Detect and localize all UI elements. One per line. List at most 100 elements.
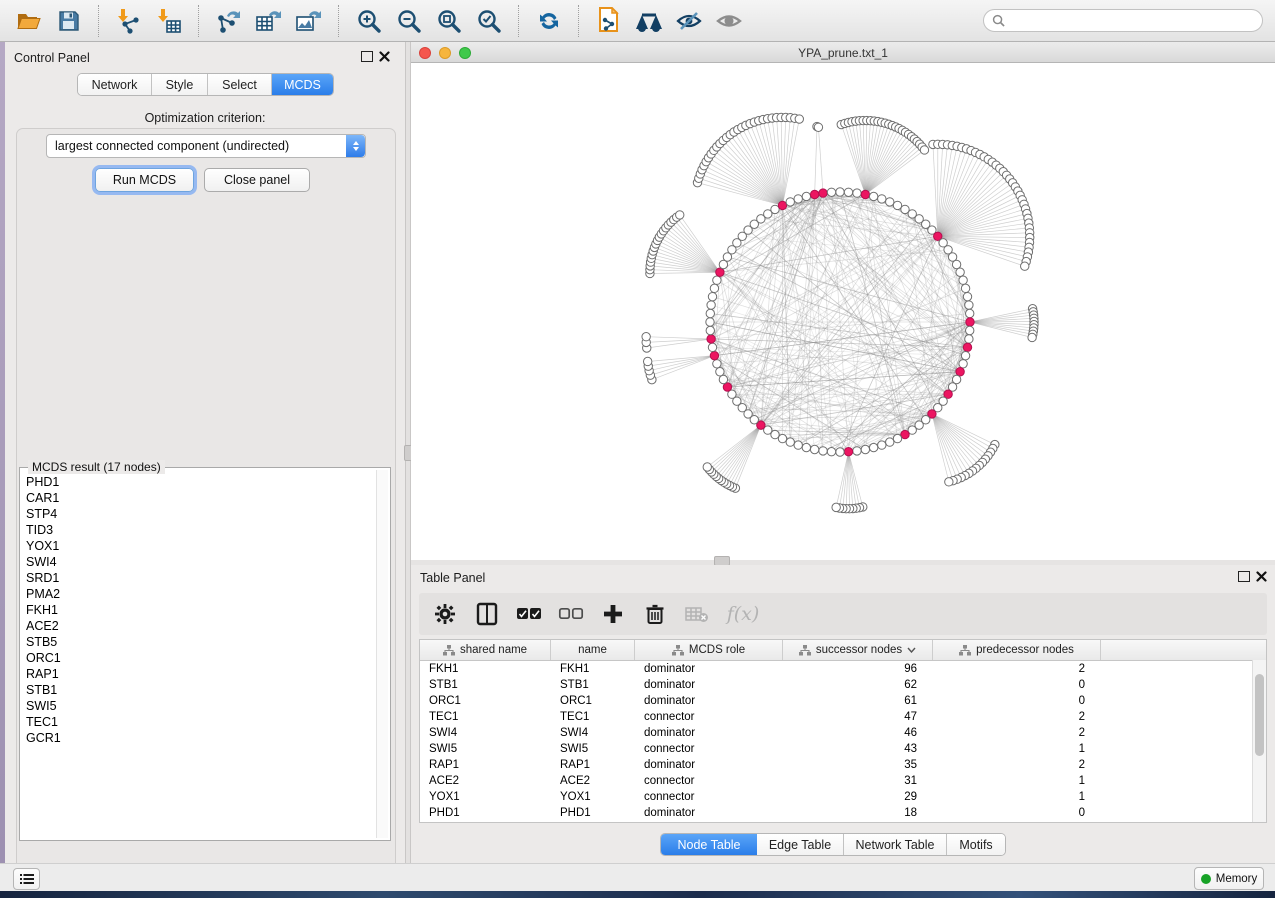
open-file-button[interactable]	[12, 4, 46, 38]
network-node[interactable]	[716, 368, 724, 376]
column-header-MCDS-role[interactable]: MCDS role	[635, 640, 783, 660]
column-header-shared-name[interactable]: shared name	[420, 640, 551, 660]
table-cell[interactable]: connector	[635, 743, 783, 755]
table-cell[interactable]: SWI5	[420, 743, 551, 755]
delete-column-button[interactable]	[641, 600, 669, 628]
table-cell[interactable]: 2	[933, 711, 1101, 723]
table-cell[interactable]: ORC1	[551, 695, 635, 707]
network-node[interactable]	[893, 434, 901, 442]
table-cell[interactable]: dominator	[635, 679, 783, 691]
run-mcds-button[interactable]: Run MCDS	[95, 168, 194, 192]
network-node[interactable]	[786, 438, 794, 446]
float-window-icon[interactable]	[361, 51, 373, 62]
add-column-button[interactable]	[599, 600, 627, 628]
table-cell[interactable]: TEC1	[420, 711, 551, 723]
table-row[interactable]: SWI4SWI4dominator462	[420, 725, 1266, 741]
table-cell[interactable]: connector	[635, 791, 783, 803]
table-cell[interactable]: FKH1	[420, 663, 551, 675]
deselect-all-button[interactable]	[557, 600, 585, 628]
table-cell[interactable]: 0	[933, 695, 1101, 707]
mcds-result-scrollbar[interactable]	[376, 470, 388, 838]
table-scrollbar[interactable]	[1252, 660, 1266, 822]
mcds-result-item[interactable]: FKH1	[26, 602, 376, 618]
mcds-dominator-node[interactable]	[844, 448, 852, 456]
table-cell[interactable]: SWI4	[420, 727, 551, 739]
network-node[interactable]	[853, 447, 861, 455]
table-cell[interactable]: 18	[783, 807, 933, 819]
table-cell[interactable]: 1	[933, 775, 1101, 787]
table-cell[interactable]: FKH1	[551, 663, 635, 675]
network-node[interactable]	[810, 445, 818, 453]
network-node[interactable]	[713, 276, 721, 284]
network-node[interactable]	[836, 448, 844, 456]
tab-network-table[interactable]: Network Table	[844, 834, 947, 855]
zoom-fit-button[interactable]	[432, 4, 466, 38]
table-scrollbar-thumb[interactable]	[1255, 674, 1264, 756]
mcds-result-item[interactable]: GCR1	[26, 730, 376, 746]
mcds-result-item[interactable]: ORC1	[26, 650, 376, 666]
network-node[interactable]	[959, 276, 967, 284]
network-node[interactable]	[869, 192, 877, 200]
table-cell[interactable]: 62	[783, 679, 933, 691]
mcds-result-item[interactable]: CAR1	[26, 490, 376, 506]
network-node[interactable]	[959, 360, 967, 368]
network-node[interactable]	[956, 268, 964, 276]
network-search-box[interactable]	[983, 9, 1263, 32]
network-node[interactable]	[676, 211, 684, 219]
table-cell[interactable]: dominator	[635, 695, 783, 707]
network-node[interactable]	[819, 447, 827, 455]
network-node[interactable]	[952, 260, 960, 268]
table-cell[interactable]: ACE2	[551, 775, 635, 787]
mcds-result-item[interactable]: SWI5	[26, 698, 376, 714]
mcds-dominator-node[interactable]	[819, 189, 827, 197]
mcds-result-item[interactable]: STB5	[26, 634, 376, 650]
tab-edge-table[interactable]: Edge Table	[757, 834, 844, 855]
table-cell[interactable]: STB1	[551, 679, 635, 691]
table-cell[interactable]: SWI5	[551, 743, 635, 755]
table-cell[interactable]: 1	[933, 743, 1101, 755]
network-node[interactable]	[920, 146, 928, 154]
network-node[interactable]	[794, 441, 802, 449]
network-node[interactable]	[708, 343, 716, 351]
network-node[interactable]	[844, 188, 852, 196]
mcds-result-item[interactable]: STB1	[26, 682, 376, 698]
network-node[interactable]	[706, 309, 714, 317]
table-row[interactable]: ACE2ACE2connector311	[420, 773, 1266, 789]
network-canvas-svg[interactable]	[411, 63, 1275, 560]
hide-selected-button[interactable]	[672, 4, 706, 38]
search-input[interactable]	[1010, 13, 1254, 29]
table-cell[interactable]: RAP1	[420, 759, 551, 771]
table-cell[interactable]: 0	[933, 679, 1101, 691]
network-node[interactable]	[643, 357, 651, 365]
network-node[interactable]	[802, 443, 810, 451]
tab-mcds[interactable]: MCDS	[272, 74, 333, 95]
network-node[interactable]	[719, 375, 727, 383]
network-node[interactable]	[965, 301, 973, 309]
zoom-in-button[interactable]	[352, 4, 386, 38]
table-cell[interactable]: 61	[783, 695, 933, 707]
column-header-successor-nodes[interactable]: successor nodes	[783, 640, 933, 660]
import-table-button[interactable]	[152, 4, 186, 38]
table-row[interactable]: STB1STB1dominator620	[420, 677, 1266, 693]
table-cell[interactable]: 1	[933, 791, 1101, 803]
network-node[interactable]	[707, 301, 715, 309]
zoom-selected-button[interactable]	[472, 4, 506, 38]
table-cell[interactable]: SWI4	[551, 727, 635, 739]
network-node[interactable]	[710, 284, 718, 292]
network-view-canvas[interactable]	[411, 63, 1275, 560]
network-node[interactable]	[794, 195, 802, 203]
network-node[interactable]	[878, 195, 886, 203]
network-node[interactable]	[814, 123, 822, 131]
mcds-dominator-node[interactable]	[963, 343, 971, 351]
table-cell[interactable]: 46	[783, 727, 933, 739]
table-row[interactable]: PHD1PHD1dominator180	[420, 805, 1266, 821]
tab-style[interactable]: Style	[152, 74, 208, 95]
share-network-button[interactable]	[592, 4, 626, 38]
network-node[interactable]	[961, 351, 969, 359]
network-node[interactable]	[869, 443, 877, 451]
mcds-result-item[interactable]: SRD1	[26, 570, 376, 586]
table-row[interactable]: ORC1ORC1dominator610	[420, 693, 1266, 709]
table-cell[interactable]: 96	[783, 663, 933, 675]
table-cell[interactable]: 0	[933, 807, 1101, 819]
export-table-button[interactable]	[252, 4, 286, 38]
